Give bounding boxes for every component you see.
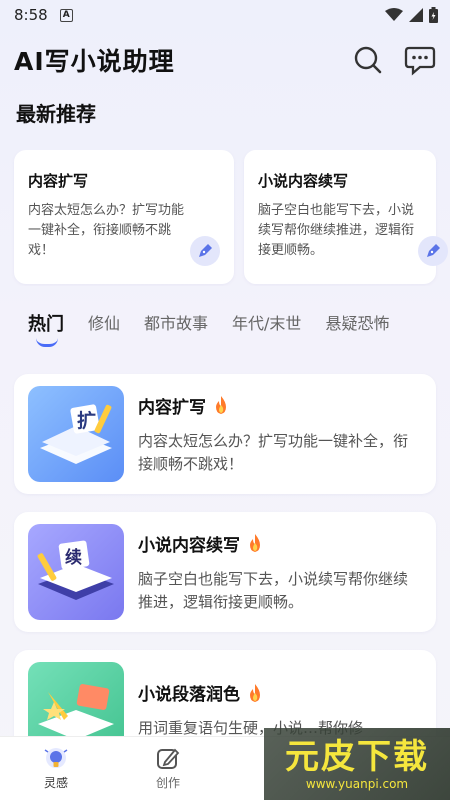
app-header: AI写小说助理	[0, 30, 450, 90]
watermark-logo: 元皮下载 www.yuanpi.com	[264, 728, 450, 800]
edit-icon	[157, 748, 180, 769]
pen-icon	[418, 236, 448, 266]
featured-card-title: 内容扩写	[28, 172, 89, 190]
tab-xiuxian[interactable]: 修仙	[88, 310, 120, 334]
list-item[interactable]: 续 小说内容续写 脑子空白也能写下去，小说续写帮你继续推进，逻辑衔接更顺畅。	[14, 512, 436, 632]
chat-icon[interactable]	[404, 44, 436, 76]
item-desc: 脑子空白也能写下去，小说续写帮你继续推进，逻辑衔接更顺畅。	[138, 569, 409, 611]
item-title: 内容扩写	[138, 397, 206, 418]
search-icon[interactable]	[352, 44, 384, 76]
item-title: 小说段落润色	[138, 685, 240, 705]
tab-hot[interactable]: 热门	[28, 310, 64, 347]
featured-card-expand[interactable]: 内容扩写 内容太短怎么办？扩写功能一键补全，衔接顺畅不跳戏！	[14, 150, 234, 284]
featured-card-desc: 脑子空白也能写下去，小说续写帮你继续推进，逻辑衔接更顺畅。	[258, 203, 415, 258]
status-bar: 8:58 A	[0, 0, 450, 30]
thumbnail-glyph: 续	[65, 547, 82, 568]
watermark-url: www.yuanpi.com	[305, 777, 409, 791]
wifi-icon	[385, 8, 403, 21]
item-desc: 内容太短怎么办？扩写功能一键补全，衔接顺畅不跳戏！	[138, 431, 409, 473]
featured-card-continue[interactable]: 小说内容续写 脑子空白也能写下去，小说续写帮你继续推进，逻辑衔接更顺畅。	[244, 150, 448, 284]
pen-icon	[190, 236, 220, 266]
nav-inspiration[interactable]: 灵感	[0, 746, 112, 791]
fire-icon	[216, 396, 226, 414]
status-time: 8:58	[14, 6, 48, 24]
fire-icon	[250, 683, 260, 702]
expand-book-thumbnail: 扩	[28, 386, 124, 482]
list-item[interactable]: 扩 内容扩写 内容太短怎么办？扩写功能一键补全，衔接顺畅不跳戏！	[14, 374, 436, 494]
featured-section-title: 最新推荐	[16, 102, 96, 126]
continue-book-thumbnail: 续	[28, 524, 124, 620]
category-tabs: 热门 修仙 都市故事 年代/末世 悬疑恐怖	[0, 310, 450, 360]
fire-icon	[250, 534, 260, 552]
tab-urban[interactable]: 都市故事	[144, 310, 208, 334]
featured-card-desc: 内容太短怎么办？扩写功能一键补全，衔接顺畅不跳戏！	[28, 203, 185, 258]
watermark-main-text: 元皮下载	[285, 737, 429, 777]
featured-card-title: 小说内容续写	[258, 172, 349, 190]
featured-carousel[interactable]: 内容扩写 内容太短怎么办？扩写功能一键补全，衔接顺畅不跳戏！ 小说内容续写 脑子…	[0, 150, 450, 286]
item-title: 小说内容续写	[138, 535, 240, 556]
app-title: AI写小说助理	[14, 47, 175, 76]
battery-icon	[429, 7, 438, 23]
nav-label: 创作	[155, 776, 180, 790]
signal-icon	[409, 8, 423, 22]
nav-create[interactable]: 创作	[112, 746, 224, 791]
tab-suspense-horror[interactable]: 悬疑恐怖	[325, 310, 389, 334]
thumbnail-glyph: 扩	[77, 410, 96, 432]
lightbulb-icon	[44, 748, 68, 768]
tool-list: 扩 内容扩写 内容太短怎么办？扩写功能一键补全，衔接顺畅不跳戏！ 续 小说内容续…	[0, 374, 450, 770]
nav-label: 灵感	[43, 776, 68, 790]
notification-a-icon: A	[59, 8, 73, 22]
tab-era-apocalypse[interactable]: 年代/末世	[232, 310, 301, 334]
